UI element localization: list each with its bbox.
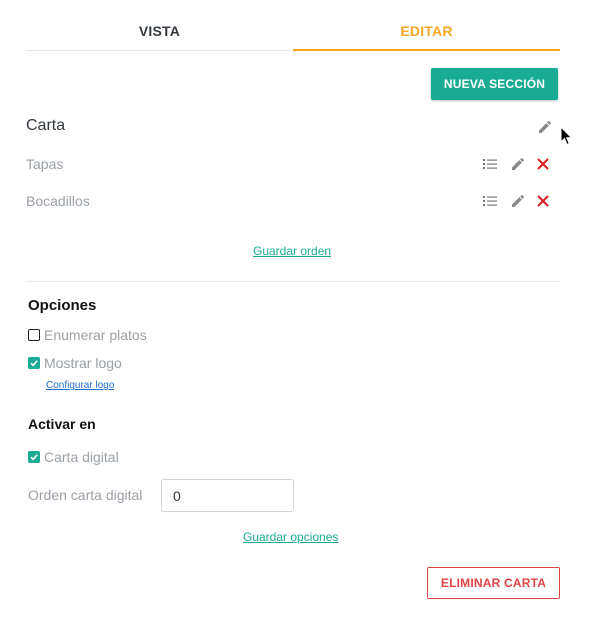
check-icon bbox=[30, 454, 38, 461]
tab-editar[interactable]: EDITAR bbox=[293, 12, 560, 51]
tab-bar: VISTA EDITAR bbox=[26, 12, 560, 51]
section-label-tapas: Tapas bbox=[26, 156, 64, 172]
save-options-link[interactable]: Guardar opciones bbox=[243, 530, 338, 544]
edit-pencil-icon[interactable] bbox=[509, 155, 527, 173]
digital-menu-label: Carta digital bbox=[44, 449, 119, 465]
options-heading: Opciones bbox=[28, 297, 97, 314]
check-icon bbox=[30, 360, 38, 367]
digital-menu-row: Carta digital bbox=[28, 449, 119, 465]
show-logo-checkbox[interactable] bbox=[28, 357, 40, 369]
configure-logo-link[interactable]: Configurar logo bbox=[46, 380, 114, 391]
delete-close-icon[interactable] bbox=[534, 155, 552, 173]
divider bbox=[26, 281, 560, 282]
show-logo-label: Mostrar logo bbox=[44, 355, 122, 371]
new-section-button[interactable]: NUEVA SECCIÓN bbox=[431, 68, 558, 100]
menu-title: Carta bbox=[26, 117, 66, 134]
enumerate-dishes-checkbox[interactable] bbox=[28, 329, 40, 341]
delete-close-icon[interactable] bbox=[534, 192, 552, 210]
digital-menu-order-label: Orden carta digital bbox=[28, 487, 143, 503]
edit-menu-pencil-icon[interactable] bbox=[536, 118, 554, 136]
edit-pencil-icon[interactable] bbox=[509, 192, 527, 210]
reorder-list-icon[interactable] bbox=[481, 155, 499, 173]
reorder-list-icon[interactable] bbox=[481, 192, 499, 210]
mouse-cursor-icon bbox=[560, 126, 573, 146]
tab-vista[interactable]: VISTA bbox=[26, 12, 293, 51]
enumerate-dishes-label: Enumerar platos bbox=[44, 327, 147, 343]
section-label-bocadillos: Bocadillos bbox=[26, 193, 90, 209]
enumerate-dishes-row: Enumerar platos bbox=[28, 327, 147, 343]
digital-menu-checkbox[interactable] bbox=[28, 451, 40, 463]
digital-menu-order-input[interactable] bbox=[161, 479, 294, 512]
save-order-link[interactable]: Guardar orden bbox=[253, 244, 331, 258]
activate-heading: Activar en bbox=[28, 416, 96, 432]
show-logo-row: Mostrar logo bbox=[28, 355, 122, 371]
delete-menu-button[interactable]: ELIMINAR CARTA bbox=[427, 567, 560, 599]
